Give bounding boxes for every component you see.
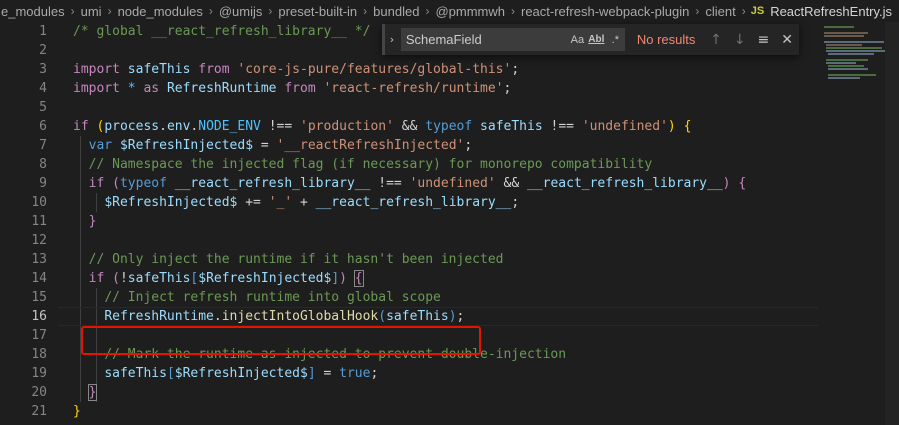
line-number: 4 xyxy=(39,81,47,96)
code-line: if (!safeThis[$RefreshInjected$]) { xyxy=(88,270,364,287)
line-number: 8 xyxy=(39,157,47,172)
line-number: 18 xyxy=(31,347,47,362)
line-number: 20 xyxy=(31,385,47,400)
code-line: // Namespace the injected flag (if neces… xyxy=(88,157,653,172)
find-input[interactable] xyxy=(400,27,568,52)
line-number: 14 xyxy=(31,271,47,286)
code-line: // Only inject the runtime if it hasn't … xyxy=(88,252,504,267)
code-line: safeThis[$RefreshInjected$] = true; xyxy=(104,366,379,381)
code-area[interactable]: /* global __react_refresh_library__ */ i… xyxy=(58,22,818,425)
chevron-right-icon: › xyxy=(363,4,368,18)
match-case-button[interactable]: Aa xyxy=(568,34,587,46)
code-line: import * as RefreshRuntime from 'react-r… xyxy=(73,81,512,96)
line-number: 6 xyxy=(39,119,47,134)
code-line: import safeThis from 'core-js-pure/featu… xyxy=(73,62,520,77)
line-number: 5 xyxy=(39,100,47,115)
vertical-scrollbar[interactable] xyxy=(885,22,899,425)
find-widget: › Aa Abl .* No results ↑ ↓ ≡ ✕ xyxy=(382,24,799,55)
code-line-current: RefreshRuntime.injectIntoGlobalHook(safe… xyxy=(58,307,818,326)
code-line: } xyxy=(87,384,98,401)
chevron-right-icon: › xyxy=(695,4,700,18)
breadcrumb-item[interactable]: react-refresh-webpack-plugin xyxy=(520,4,690,19)
chevron-right-icon: › xyxy=(741,4,746,18)
code-line: } xyxy=(88,214,97,229)
find-input-wrapper: Aa Abl .* xyxy=(400,27,625,52)
line-number: 10 xyxy=(31,195,47,210)
code-line: } xyxy=(73,404,81,419)
line-number-current: 16 xyxy=(31,309,47,324)
line-number: 12 xyxy=(31,233,47,248)
line-number: 2 xyxy=(39,43,47,58)
chevron-right-icon: › xyxy=(70,4,75,18)
breadcrumb-item[interactable]: bundled xyxy=(372,4,420,19)
breadcrumb-item[interactable]: @pmmmwh xyxy=(434,4,506,19)
code-line: // Inject refresh runtime into global sc… xyxy=(104,290,441,305)
line-number: 11 xyxy=(31,214,47,229)
find-result-status: No results xyxy=(636,32,696,47)
close-icon[interactable]: ✕ xyxy=(775,32,799,48)
use-regex-button[interactable]: .* xyxy=(606,34,625,46)
chevron-right-icon: › xyxy=(511,4,515,18)
code-line: /* global __react_refresh_library__ */ xyxy=(73,24,371,39)
line-number: 21 xyxy=(31,404,47,419)
breadcrumb-item[interactable]: client xyxy=(704,4,736,19)
line-number-gutter: 1 2 3 4 5 6 7 8 9 10 11 12 13 14 15 16 1… xyxy=(0,22,58,425)
line-number: 1 xyxy=(39,24,47,39)
code-line: if (process.env.NODE_ENV !== 'production… xyxy=(73,119,692,134)
code-line: if (typeof __react_refresh_library__ !==… xyxy=(88,176,747,191)
line-number: 19 xyxy=(31,366,47,381)
js-file-icon: JS xyxy=(750,5,765,17)
breadcrumb-item[interactable]: umi xyxy=(80,4,103,19)
line-number: 17 xyxy=(31,328,47,343)
breadcrumb-item[interactable]: node_modules xyxy=(117,4,204,19)
match-whole-word-button[interactable]: Abl xyxy=(587,34,606,45)
breadcrumb-file[interactable]: ReactRefreshEntry.js xyxy=(769,4,893,19)
line-number: 9 xyxy=(39,176,47,191)
line-number: 15 xyxy=(31,290,47,305)
line-number: 3 xyxy=(39,62,47,77)
breadcrumb-item[interactable]: @umijs xyxy=(218,4,264,19)
code-line: var $RefreshInjected$ = '__reactRefreshI… xyxy=(88,138,473,153)
previous-match-icon[interactable]: ↑ xyxy=(704,32,728,48)
breadcrumb-item[interactable]: e_modules xyxy=(0,4,66,19)
chevron-right-icon: › xyxy=(107,4,112,18)
line-number: 13 xyxy=(31,252,47,267)
chevron-right-icon: › xyxy=(425,4,430,18)
code-line: // Mark the runtime as injected to preve… xyxy=(104,347,567,362)
code-editor[interactable]: 1 2 3 4 5 6 7 8 9 10 11 12 13 14 15 16 1… xyxy=(0,22,899,425)
chevron-right-icon: › xyxy=(268,4,273,18)
breadcrumb: e_modules › umi › node_modules › @umijs › pr… xyxy=(0,0,899,22)
toggle-replace-icon[interactable]: › xyxy=(385,33,399,46)
breadcrumb-item[interactable]: preset-built-in xyxy=(277,4,358,19)
chevron-right-icon: › xyxy=(208,4,213,18)
find-in-selection-icon[interactable]: ≡ xyxy=(752,32,776,48)
line-number: 7 xyxy=(39,138,47,153)
next-match-icon[interactable]: ↓ xyxy=(728,32,752,48)
code-line: $RefreshInjected$ += '_' + __react_refre… xyxy=(104,195,520,210)
